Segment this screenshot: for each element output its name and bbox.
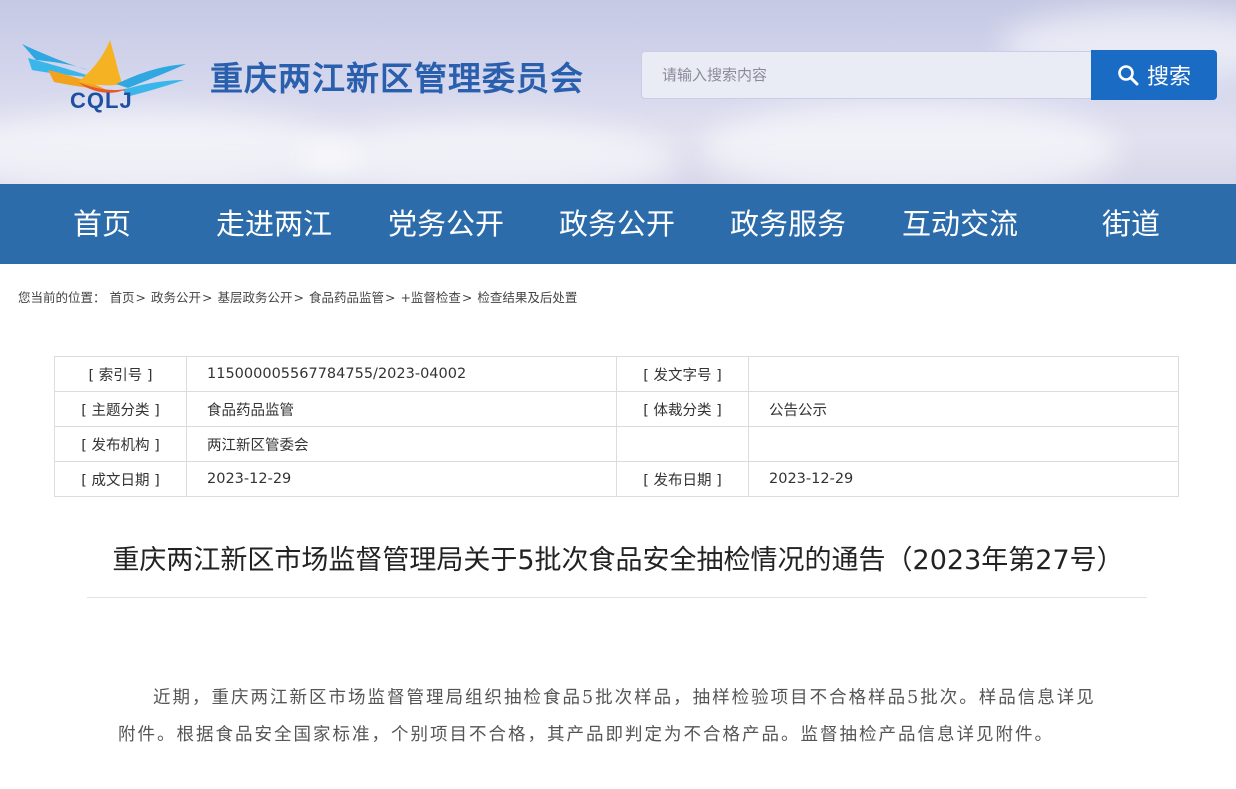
meta-value: 食品药品监管: [186, 391, 617, 427]
search-input[interactable]: [642, 52, 1091, 98]
table-row: [ 成文日期 ] 2023-12-29 [ 发布日期 ] 2023-12-29: [54, 461, 1179, 497]
search-button-label: 搜索: [1146, 65, 1191, 90]
breadcrumb: 您当前的位置： 首页> 政务公开> 基层政务公开> 食品药品监管> +监督检查>…: [18, 287, 577, 306]
breadcrumb-item[interactable]: +监督检查: [400, 290, 460, 305]
meta-key: [616, 426, 749, 462]
meta-value: [748, 356, 1179, 392]
nav-item-about[interactable]: 走进两江: [204, 184, 344, 264]
meta-key: [ 发布日期 ]: [616, 461, 749, 497]
site-title[interactable]: 重庆两江新区管理委员会: [210, 52, 584, 100]
cloud-decoration: [0, 110, 360, 184]
site-header: CQLJ 重庆两江新区管理委员会 搜索: [0, 0, 1236, 184]
breadcrumb-separator: >: [293, 290, 304, 305]
meta-key: [ 体裁分类 ]: [616, 391, 749, 427]
nav-item-interaction[interactable]: 互动交流: [890, 184, 1030, 264]
search-box[interactable]: [641, 51, 1091, 99]
logo-text: CQLJ: [70, 88, 133, 113]
meta-key: [ 索引号 ]: [54, 356, 187, 392]
meta-value: 两江新区管委会: [186, 426, 617, 462]
nav-item-government-services[interactable]: 政务服务: [718, 184, 858, 264]
table-row: [ 主题分类 ] 食品药品监管 [ 体裁分类 ] 公告公示: [54, 391, 1179, 427]
meta-key: [ 主题分类 ]: [54, 391, 187, 427]
nav-item-party-affairs[interactable]: 党务公开: [376, 184, 516, 264]
article-title: 重庆两江新区市场监督管理局关于5批次食品安全抽检情况的通告（2023年第27号）: [112, 545, 1124, 576]
meta-value: 115000005567784755/2023-04002: [186, 356, 617, 392]
breadcrumb-item[interactable]: 首页: [110, 290, 135, 305]
breadcrumb-separator: >: [384, 290, 396, 305]
main-nav: 首页 走进两江 党务公开 政务公开 政务服务 互动交流 街道: [0, 184, 1236, 264]
breadcrumb-item[interactable]: 基层政务公开: [217, 290, 292, 305]
meta-value: 2023-12-29: [186, 461, 617, 497]
meta-value: 公告公示: [748, 391, 1179, 427]
breadcrumb-prefix: 您当前的位置：: [18, 290, 106, 305]
article-body: 近期，重庆两江新区市场监督管理局组织抽检食品5批次样品，抽样检验项目不合格样品5…: [118, 688, 1096, 745]
search-icon: [1118, 65, 1139, 86]
meta-value: 2023-12-29: [748, 461, 1179, 497]
title-divider: [87, 597, 1147, 598]
table-row: [ 发布机构 ] 两江新区管委会: [54, 426, 1179, 462]
cloud-decoration: [300, 120, 680, 184]
meta-key: [ 成文日期 ]: [54, 461, 187, 497]
breadcrumb-separator: >: [135, 290, 146, 305]
meta-value: [748, 426, 1179, 462]
meta-key: [ 发布机构 ]: [54, 426, 187, 462]
breadcrumb-item[interactable]: 政务公开: [151, 290, 201, 305]
breadcrumb-item[interactable]: 检查结果及后处置: [477, 290, 577, 305]
nav-item-home[interactable]: 首页: [44, 184, 160, 264]
search-button[interactable]: 搜索: [1091, 50, 1217, 100]
breadcrumb-separator: >: [202, 290, 213, 305]
nav-item-streets[interactable]: 街道: [1086, 184, 1176, 264]
document-meta-table: [ 索引号 ] 115000005567784755/2023-04002 [ …: [54, 356, 1179, 497]
breadcrumb-separator: >: [461, 290, 473, 305]
table-row: [ 索引号 ] 115000005567784755/2023-04002 [ …: [54, 356, 1179, 392]
nav-item-government-affairs[interactable]: 政务公开: [547, 184, 687, 264]
meta-key: [ 发文字号 ]: [616, 356, 749, 392]
cloud-decoration: [700, 100, 1120, 184]
breadcrumb-item[interactable]: 食品药品监管: [309, 290, 384, 305]
